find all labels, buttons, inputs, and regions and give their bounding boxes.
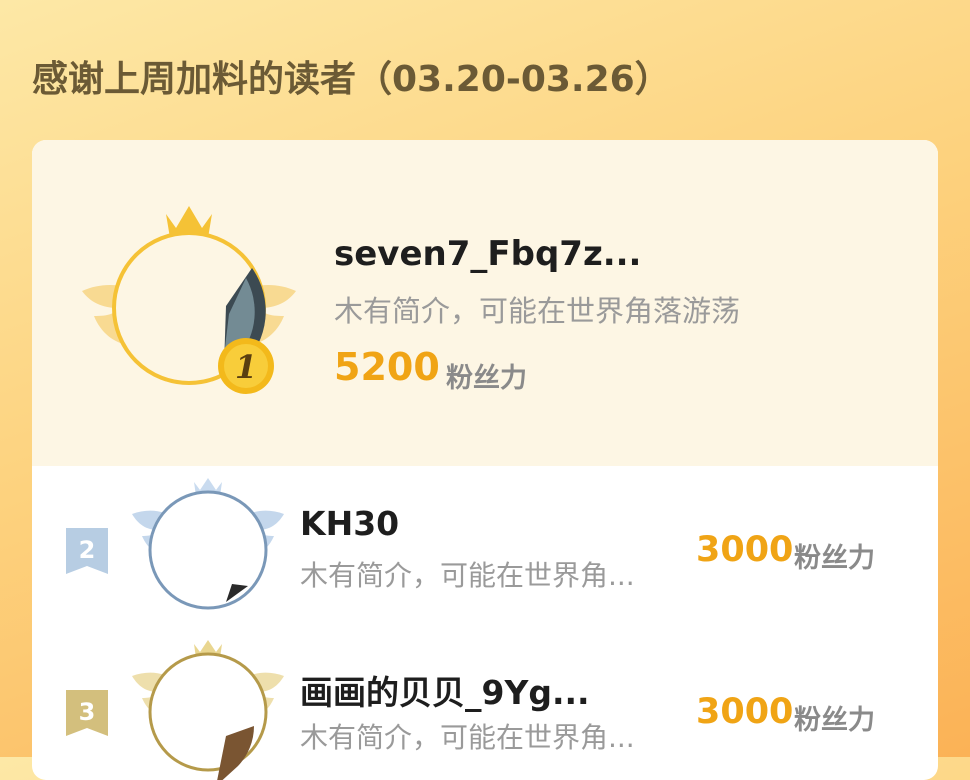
- reader-score: 3000: [696, 692, 794, 732]
- reader-score-unit: 粉丝力: [794, 705, 875, 736]
- top-reader-score: 5200: [334, 345, 440, 389]
- rank-2-badge-icon: 2: [66, 528, 108, 574]
- rank-2-avatar-frame[interactable]: [128, 474, 288, 624]
- reader-name[interactable]: KH30: [300, 504, 399, 543]
- rank-3-number: 3: [79, 698, 96, 726]
- reader-score: 3000: [696, 530, 794, 570]
- top-reader-name[interactable]: seven7_Fbq7z...: [334, 234, 641, 274]
- rank-1-avatar-frame[interactable]: 1: [74, 196, 304, 396]
- top-reader-score-unit: 粉丝力: [446, 363, 527, 394]
- leaderboard-row[interactable]: 2 KH30 木有简介，可能在世界角... 3000 粉丝力: [32, 474, 938, 634]
- reader-name[interactable]: 画画的贝贝_9Yg...: [300, 666, 590, 714]
- rank-2-number: 2: [79, 536, 96, 564]
- leaderboard-top-entry[interactable]: 1 seven7_Fbq7z... 木有简介，可能在世界角落游荡 5200 粉丝…: [32, 140, 938, 466]
- reader-bio: 木有简介，可能在世界角...: [300, 721, 635, 754]
- reader-bio: 木有简介，可能在世界角...: [300, 559, 635, 592]
- leaderboard-card: 1 seven7_Fbq7z... 木有简介，可能在世界角落游荡 5200 粉丝…: [32, 140, 938, 780]
- top-reader-bio: 木有简介，可能在世界角落游荡: [334, 294, 741, 328]
- reader-score-unit: 粉丝力: [794, 543, 875, 574]
- leaderboard-row[interactable]: 3 画画的贝贝_9Yg... 木有简介，可能在世界角... 3000 粉丝力: [32, 636, 938, 780]
- rank-1-number: 1: [235, 348, 257, 386]
- rank-3-avatar-frame[interactable]: [128, 636, 288, 780]
- rank-3-badge-icon: 3: [66, 690, 108, 736]
- page-title: 感谢上周加料的读者（03.20-03.26）: [32, 59, 671, 100]
